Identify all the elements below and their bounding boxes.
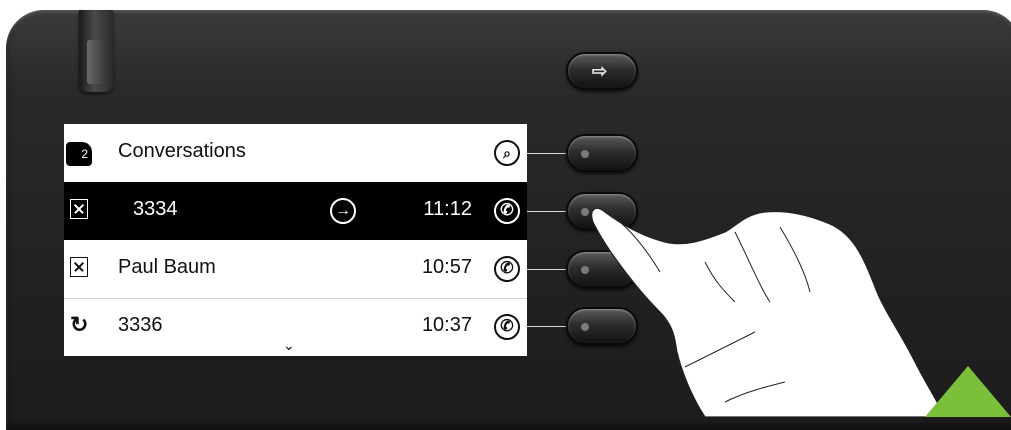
missed-call-icon <box>70 199 88 219</box>
list-item-label: 3336 <box>118 314 163 336</box>
softkey-connector <box>527 211 567 212</box>
list-item-time: 10:57 <box>421 256 472 278</box>
softkey-connector <box>527 269 567 270</box>
list-item-label: Paul Baum <box>118 256 216 278</box>
phone-icon[interactable]: ✆ <box>494 256 520 282</box>
search-icon[interactable]: ⌕ <box>494 140 520 166</box>
more-indicator-icon: ⌄ <box>283 337 295 353</box>
page-title: Conversations <box>118 140 246 162</box>
led-icon <box>581 150 589 158</box>
pointing-hand-icon <box>591 207 946 417</box>
list-item[interactable]: ↻ 3336 10:37 ✆ <box>64 298 527 356</box>
phone-icon[interactable]: ✆ <box>494 314 520 340</box>
exit-key[interactable]: ⇨ <box>566 52 638 90</box>
display-header: 2 Conversations ⌕ <box>64 124 527 182</box>
softkey-connector <box>527 326 567 327</box>
dialed-call-icon: ↻ <box>70 312 89 337</box>
phone-display: 2 Conversations ⌕ 3334 → 11:12 ✆ Paul Ba… <box>64 124 527 356</box>
accent-triangle-icon <box>925 366 1011 417</box>
softkey-connector <box>527 153 567 154</box>
list-item-time: 10:37 <box>421 314 472 336</box>
missed-call-icon <box>70 257 88 277</box>
phone-icon[interactable]: ✆ <box>494 198 520 224</box>
softkey-1[interactable] <box>566 134 638 172</box>
list-item-label: 3334 <box>133 198 178 220</box>
forward-arrow-icon: → <box>330 198 356 224</box>
exit-icon: ⇨ <box>592 61 608 81</box>
conversation-count-badge: 2 <box>66 142 92 166</box>
list-item-time: 11:12 <box>423 198 472 220</box>
handset-hook <box>79 10 113 92</box>
list-item[interactable]: 3334 → 11:12 ✆ <box>64 182 527 240</box>
list-item[interactable]: Paul Baum 10:57 ✆ <box>64 240 527 299</box>
